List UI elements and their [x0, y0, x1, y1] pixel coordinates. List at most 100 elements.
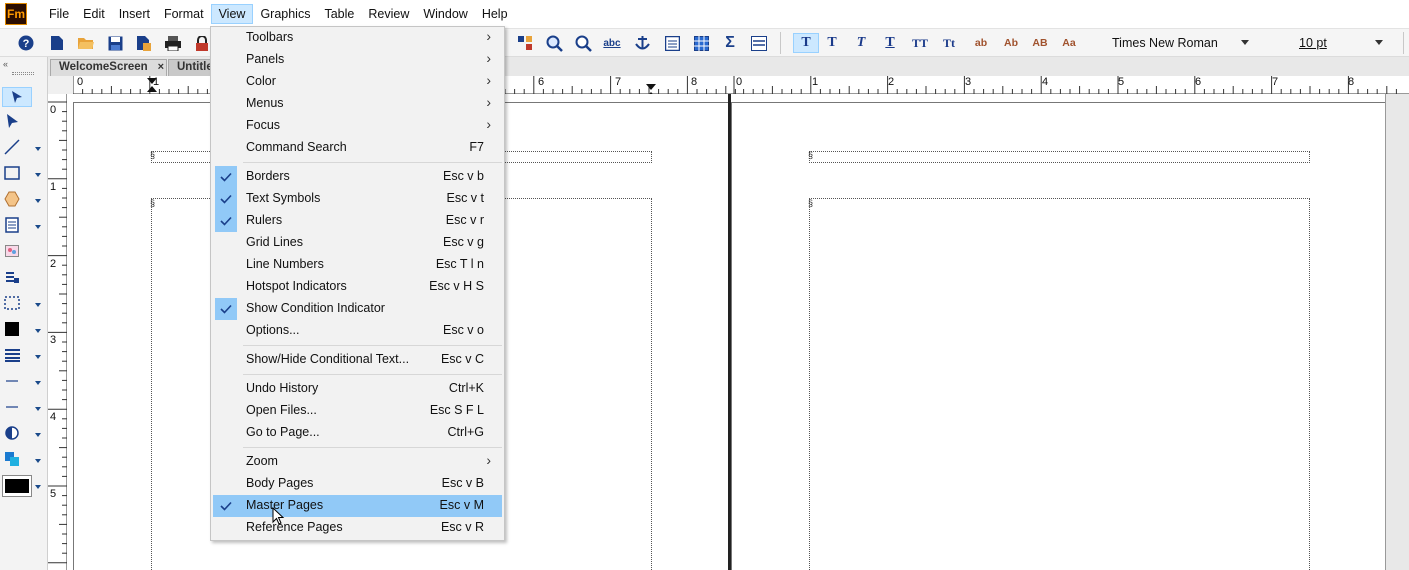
- chevron-down-icon[interactable]: [35, 459, 41, 463]
- dash-style-tool-icon[interactable]: [4, 399, 20, 415]
- menu-item-focus[interactable]: Focus ›: [213, 115, 502, 137]
- chevron-down-icon[interactable]: [35, 173, 41, 177]
- new-document-icon[interactable]: [47, 33, 67, 53]
- menu-item-panels[interactable]: Panels ›: [213, 49, 502, 71]
- select-arrow-tool-icon[interactable]: [4, 113, 20, 129]
- chevron-down-icon[interactable]: [35, 329, 41, 333]
- collapse-panel-icon[interactable]: «: [3, 59, 8, 69]
- menu-item-open-files[interactable]: Open Files... Esc S F L: [213, 400, 502, 422]
- vertical-ruler[interactable]: 0 1 2 3 4 5: [48, 94, 67, 570]
- tab-welcomescreen[interactable]: WelcomeScreen ×: [50, 59, 167, 76]
- line-width-tool-icon[interactable]: [4, 347, 20, 363]
- menu-item-master-pages[interactable]: Master Pages Esc v M: [213, 495, 502, 517]
- menu-view[interactable]: View: [210, 4, 254, 24]
- chevron-down-icon[interactable]: [35, 433, 41, 437]
- superscript-button[interactable]: TT: [911, 33, 929, 53]
- equation-icon[interactable]: Σ: [720, 33, 740, 53]
- menu-review[interactable]: Review: [361, 4, 416, 24]
- menu-item-text-symbols[interactable]: Text Symbols Esc v t: [213, 188, 502, 210]
- menu-item-reference-pages[interactable]: Reference Pages Esc v R: [213, 517, 502, 539]
- menu-item-hotspot-indicators[interactable]: Hotspot Indicators Esc v H S: [213, 276, 502, 298]
- line-end-tool-icon[interactable]: [4, 373, 20, 389]
- menu-item-menus[interactable]: Menus ›: [213, 93, 502, 115]
- tint-tool-icon[interactable]: [4, 425, 20, 441]
- fill-color-tool-icon[interactable]: [4, 321, 20, 337]
- save-as-icon[interactable]: [134, 33, 154, 53]
- body-text-frame[interactable]: [809, 198, 1310, 570]
- image-tool-icon[interactable]: [4, 243, 20, 259]
- menu-edit[interactable]: Edit: [76, 4, 112, 24]
- footnote-icon[interactable]: [749, 33, 769, 53]
- open-folder-icon[interactable]: [76, 33, 96, 53]
- chevron-down-icon[interactable]: [1375, 40, 1383, 45]
- initial-caps-button[interactable]: Ab: [1002, 33, 1020, 53]
- bold-button[interactable]: T: [823, 33, 841, 53]
- right-page[interactable]: § §: [731, 102, 1386, 570]
- menu-item-borders[interactable]: Borders Esc v b: [213, 166, 502, 188]
- zoom-in-icon[interactable]: [544, 33, 564, 53]
- chevron-down-icon[interactable]: [35, 407, 41, 411]
- small-caps-button[interactable]: Aa: [1060, 33, 1078, 53]
- menu-item-grid-lines[interactable]: Grid Lines Esc v g: [213, 232, 502, 254]
- menu-item-body-pages[interactable]: Body Pages Esc v B: [213, 473, 502, 495]
- color-swatch-icon[interactable]: [2, 475, 32, 497]
- menu-table[interactable]: Table: [317, 4, 361, 24]
- italic-button[interactable]: T: [852, 33, 870, 53]
- menu-item-go-to-page[interactable]: Go to Page... Ctrl+G: [213, 422, 502, 444]
- menu-item-show-hide-conditional-text[interactable]: Show/Hide Conditional Text... Esc v C: [213, 349, 502, 371]
- menu-graphics[interactable]: Graphics: [253, 4, 317, 24]
- chevron-down-icon[interactable]: [1241, 40, 1249, 45]
- table-icon[interactable]: [691, 33, 711, 53]
- font-family-dropdown[interactable]: Times New Roman: [1112, 34, 1252, 52]
- uppercase-button[interactable]: AB: [1031, 33, 1049, 53]
- close-icon[interactable]: ×: [158, 61, 164, 73]
- menu-item-rulers[interactable]: Rulers Esc v r: [213, 210, 502, 232]
- zoom-out-icon[interactable]: [573, 33, 593, 53]
- subscript-button[interactable]: Tt: [940, 33, 958, 53]
- underline-button[interactable]: T: [881, 33, 899, 53]
- menu-format[interactable]: Format: [157, 4, 211, 24]
- text-frame-icon[interactable]: [662, 33, 682, 53]
- menu-item-zoom[interactable]: Zoom ›: [213, 451, 502, 473]
- menu-item-command-search[interactable]: Command Search F7: [213, 137, 502, 159]
- menu-item-shortcut: Esc T l n: [435, 257, 484, 271]
- chevron-down-icon[interactable]: [35, 147, 41, 151]
- toolbar-separator: [1403, 32, 1404, 54]
- menu-help[interactable]: Help: [475, 4, 515, 24]
- selection-box-tool-icon[interactable]: [4, 295, 20, 311]
- menu-insert[interactable]: Insert: [112, 4, 157, 24]
- rectangle-tool-icon[interactable]: [4, 165, 20, 181]
- chevron-down-icon[interactable]: [35, 199, 41, 203]
- chevron-down-icon[interactable]: [35, 225, 41, 229]
- print-icon[interactable]: [163, 33, 183, 53]
- polygon-tool-icon[interactable]: [4, 191, 20, 207]
- lowercase-button[interactable]: ab: [972, 33, 990, 53]
- chevron-down-icon[interactable]: [35, 485, 41, 489]
- menu-file[interactable]: File: [42, 4, 76, 24]
- chevron-down-icon[interactable]: [35, 355, 41, 359]
- menu-item-undo-history[interactable]: Undo History Ctrl+K: [213, 378, 502, 400]
- indent-marker-icon[interactable]: [146, 76, 158, 94]
- chevron-down-icon[interactable]: [35, 381, 41, 385]
- overprint-tool-icon[interactable]: [4, 451, 20, 467]
- chevron-down-icon[interactable]: [35, 303, 41, 307]
- text-frame-tool-icon[interactable]: [4, 217, 20, 233]
- menu-item-options[interactable]: Options... Esc v o: [213, 320, 502, 342]
- menu-item-toolbars[interactable]: Toolbars ›: [213, 27, 502, 49]
- line-tool-icon[interactable]: [4, 139, 20, 155]
- insert-variable-icon[interactable]: [515, 33, 535, 53]
- grip-handle[interactable]: [12, 72, 34, 75]
- graphics-object-tool-icon[interactable]: [4, 269, 20, 285]
- save-icon[interactable]: [105, 33, 125, 53]
- help-icon[interactable]: ?: [16, 33, 36, 53]
- menu-item-color[interactable]: Color ›: [213, 71, 502, 93]
- menu-item-show-condition-indicator[interactable]: Show Condition Indicator: [213, 298, 502, 320]
- menu-item-line-numbers[interactable]: Line Numbers Esc T l n: [213, 254, 502, 276]
- menu-window[interactable]: Window: [416, 4, 474, 24]
- header-text-frame[interactable]: [809, 151, 1310, 163]
- anchor-icon[interactable]: [632, 33, 652, 53]
- text-cursor-tool-icon[interactable]: [2, 87, 32, 107]
- plain-text-button[interactable]: T: [793, 33, 819, 53]
- spell-check-icon[interactable]: abc: [601, 33, 623, 53]
- lock-icon[interactable]: [192, 33, 212, 53]
